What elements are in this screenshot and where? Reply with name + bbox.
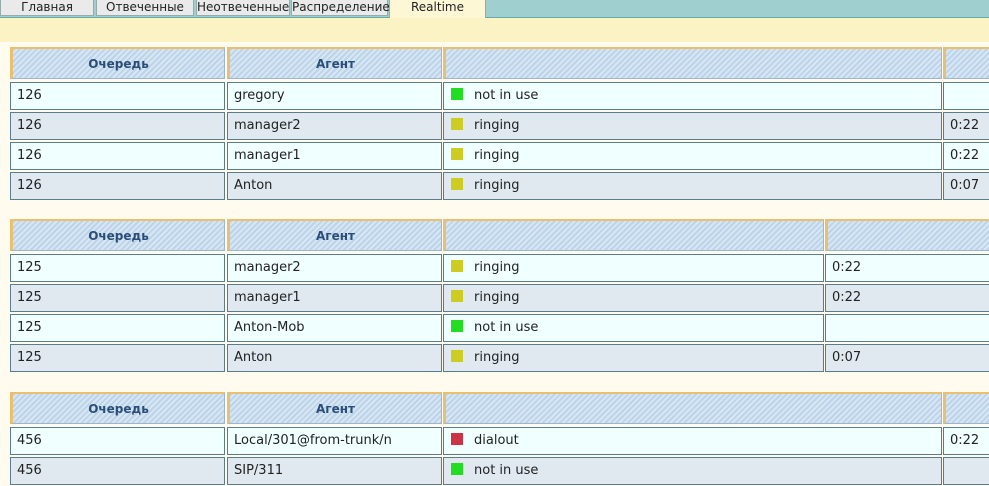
header-time — [943, 392, 989, 424]
time-cell: 0:22 — [825, 254, 989, 282]
header-status — [443, 47, 942, 79]
status-cell: dialout — [443, 427, 942, 455]
header-status — [443, 392, 942, 424]
agent-cell: manager1 — [227, 142, 442, 170]
status-cell: ringing — [443, 344, 824, 372]
status-indicator-icon — [451, 463, 463, 475]
agent-cell: Anton — [227, 344, 442, 372]
status-indicator-icon — [451, 260, 463, 272]
queue-cell: 456 — [10, 457, 225, 485]
header-agent: Агент — [227, 392, 442, 424]
agent-cell: gregory — [227, 82, 442, 110]
queue-cell: 456 — [10, 427, 225, 455]
queue-cell: 126 — [10, 82, 225, 110]
status-text: ringing — [474, 350, 520, 365]
tab-distribution[interactable]: Распределение — [291, 0, 390, 16]
time-cell — [943, 82, 989, 110]
header-agent: Агент — [227, 47, 442, 79]
agent-cell: Local/301@from-trunk/n — [227, 427, 442, 455]
tab-home[interactable]: Главная — [0, 0, 94, 16]
tab-answered[interactable]: Отвеченные — [96, 0, 194, 16]
status-text: not in use — [474, 463, 539, 478]
status-text: ringing — [474, 290, 520, 305]
status-indicator-icon — [451, 88, 463, 100]
header-status — [443, 219, 824, 251]
status-text: ringing — [474, 178, 520, 193]
status-indicator-icon — [451, 320, 463, 332]
status-text: ringing — [474, 148, 520, 163]
status-text: dialout — [474, 433, 519, 448]
agent-cell: manager1 — [227, 284, 442, 312]
queue-cell: 125 — [10, 254, 225, 282]
time-cell — [825, 314, 989, 342]
header-queue: Очередь — [10, 392, 225, 424]
queue-cell: 125 — [10, 344, 225, 372]
agent-cell: Anton-Mob — [227, 314, 442, 342]
tab-bar: Главная Отвеченные Неотвеченные Распреде… — [0, 0, 989, 18]
agent-cell: Anton — [227, 172, 442, 200]
queue-cell: 125 — [10, 284, 225, 312]
banner-strip — [0, 18, 989, 42]
header-queue: Очередь — [10, 219, 225, 251]
header-queue: Очередь — [10, 47, 225, 79]
time-cell: 0:22 — [943, 142, 989, 170]
status-indicator-icon — [451, 350, 463, 362]
queue-cell: 126 — [10, 142, 225, 170]
header-time — [943, 47, 989, 79]
status-indicator-icon — [451, 290, 463, 302]
status-text: not in use — [474, 88, 539, 103]
time-cell: 0:07 — [825, 344, 989, 372]
header-agent: Агент — [227, 219, 442, 251]
status-indicator-icon — [451, 148, 463, 160]
status-text: ringing — [474, 118, 520, 133]
time-cell: 0:22 — [943, 427, 989, 455]
time-cell: 0:07 — [943, 172, 989, 200]
status-cell: not in use — [443, 82, 942, 110]
status-cell: ringing — [443, 284, 824, 312]
status-cell: ringing — [443, 112, 942, 140]
agent-cell: SIP/311 — [227, 457, 442, 485]
status-indicator-icon — [451, 433, 463, 445]
status-cell: ringing — [443, 172, 942, 200]
status-text: ringing — [474, 260, 520, 275]
queue-cell: 126 — [10, 112, 225, 140]
time-cell — [943, 457, 989, 485]
status-text: not in use — [474, 320, 539, 335]
queue-cell: 126 — [10, 172, 225, 200]
header-time — [825, 219, 989, 251]
status-cell: ringing — [443, 254, 824, 282]
status-cell: not in use — [443, 314, 824, 342]
tab-unanswered[interactable]: Неотвеченные — [196, 0, 290, 16]
tab-realtime[interactable]: Realtime — [389, 0, 486, 18]
agent-cell: manager2 — [227, 254, 442, 282]
time-cell: 0:22 — [825, 284, 989, 312]
agent-cell: manager2 — [227, 112, 442, 140]
status-cell: ringing — [443, 142, 942, 170]
status-indicator-icon — [451, 118, 463, 130]
time-cell: 0:22 — [943, 112, 989, 140]
queue-cell: 125 — [10, 314, 225, 342]
status-cell: not in use — [443, 457, 942, 485]
status-indicator-icon — [451, 178, 463, 190]
